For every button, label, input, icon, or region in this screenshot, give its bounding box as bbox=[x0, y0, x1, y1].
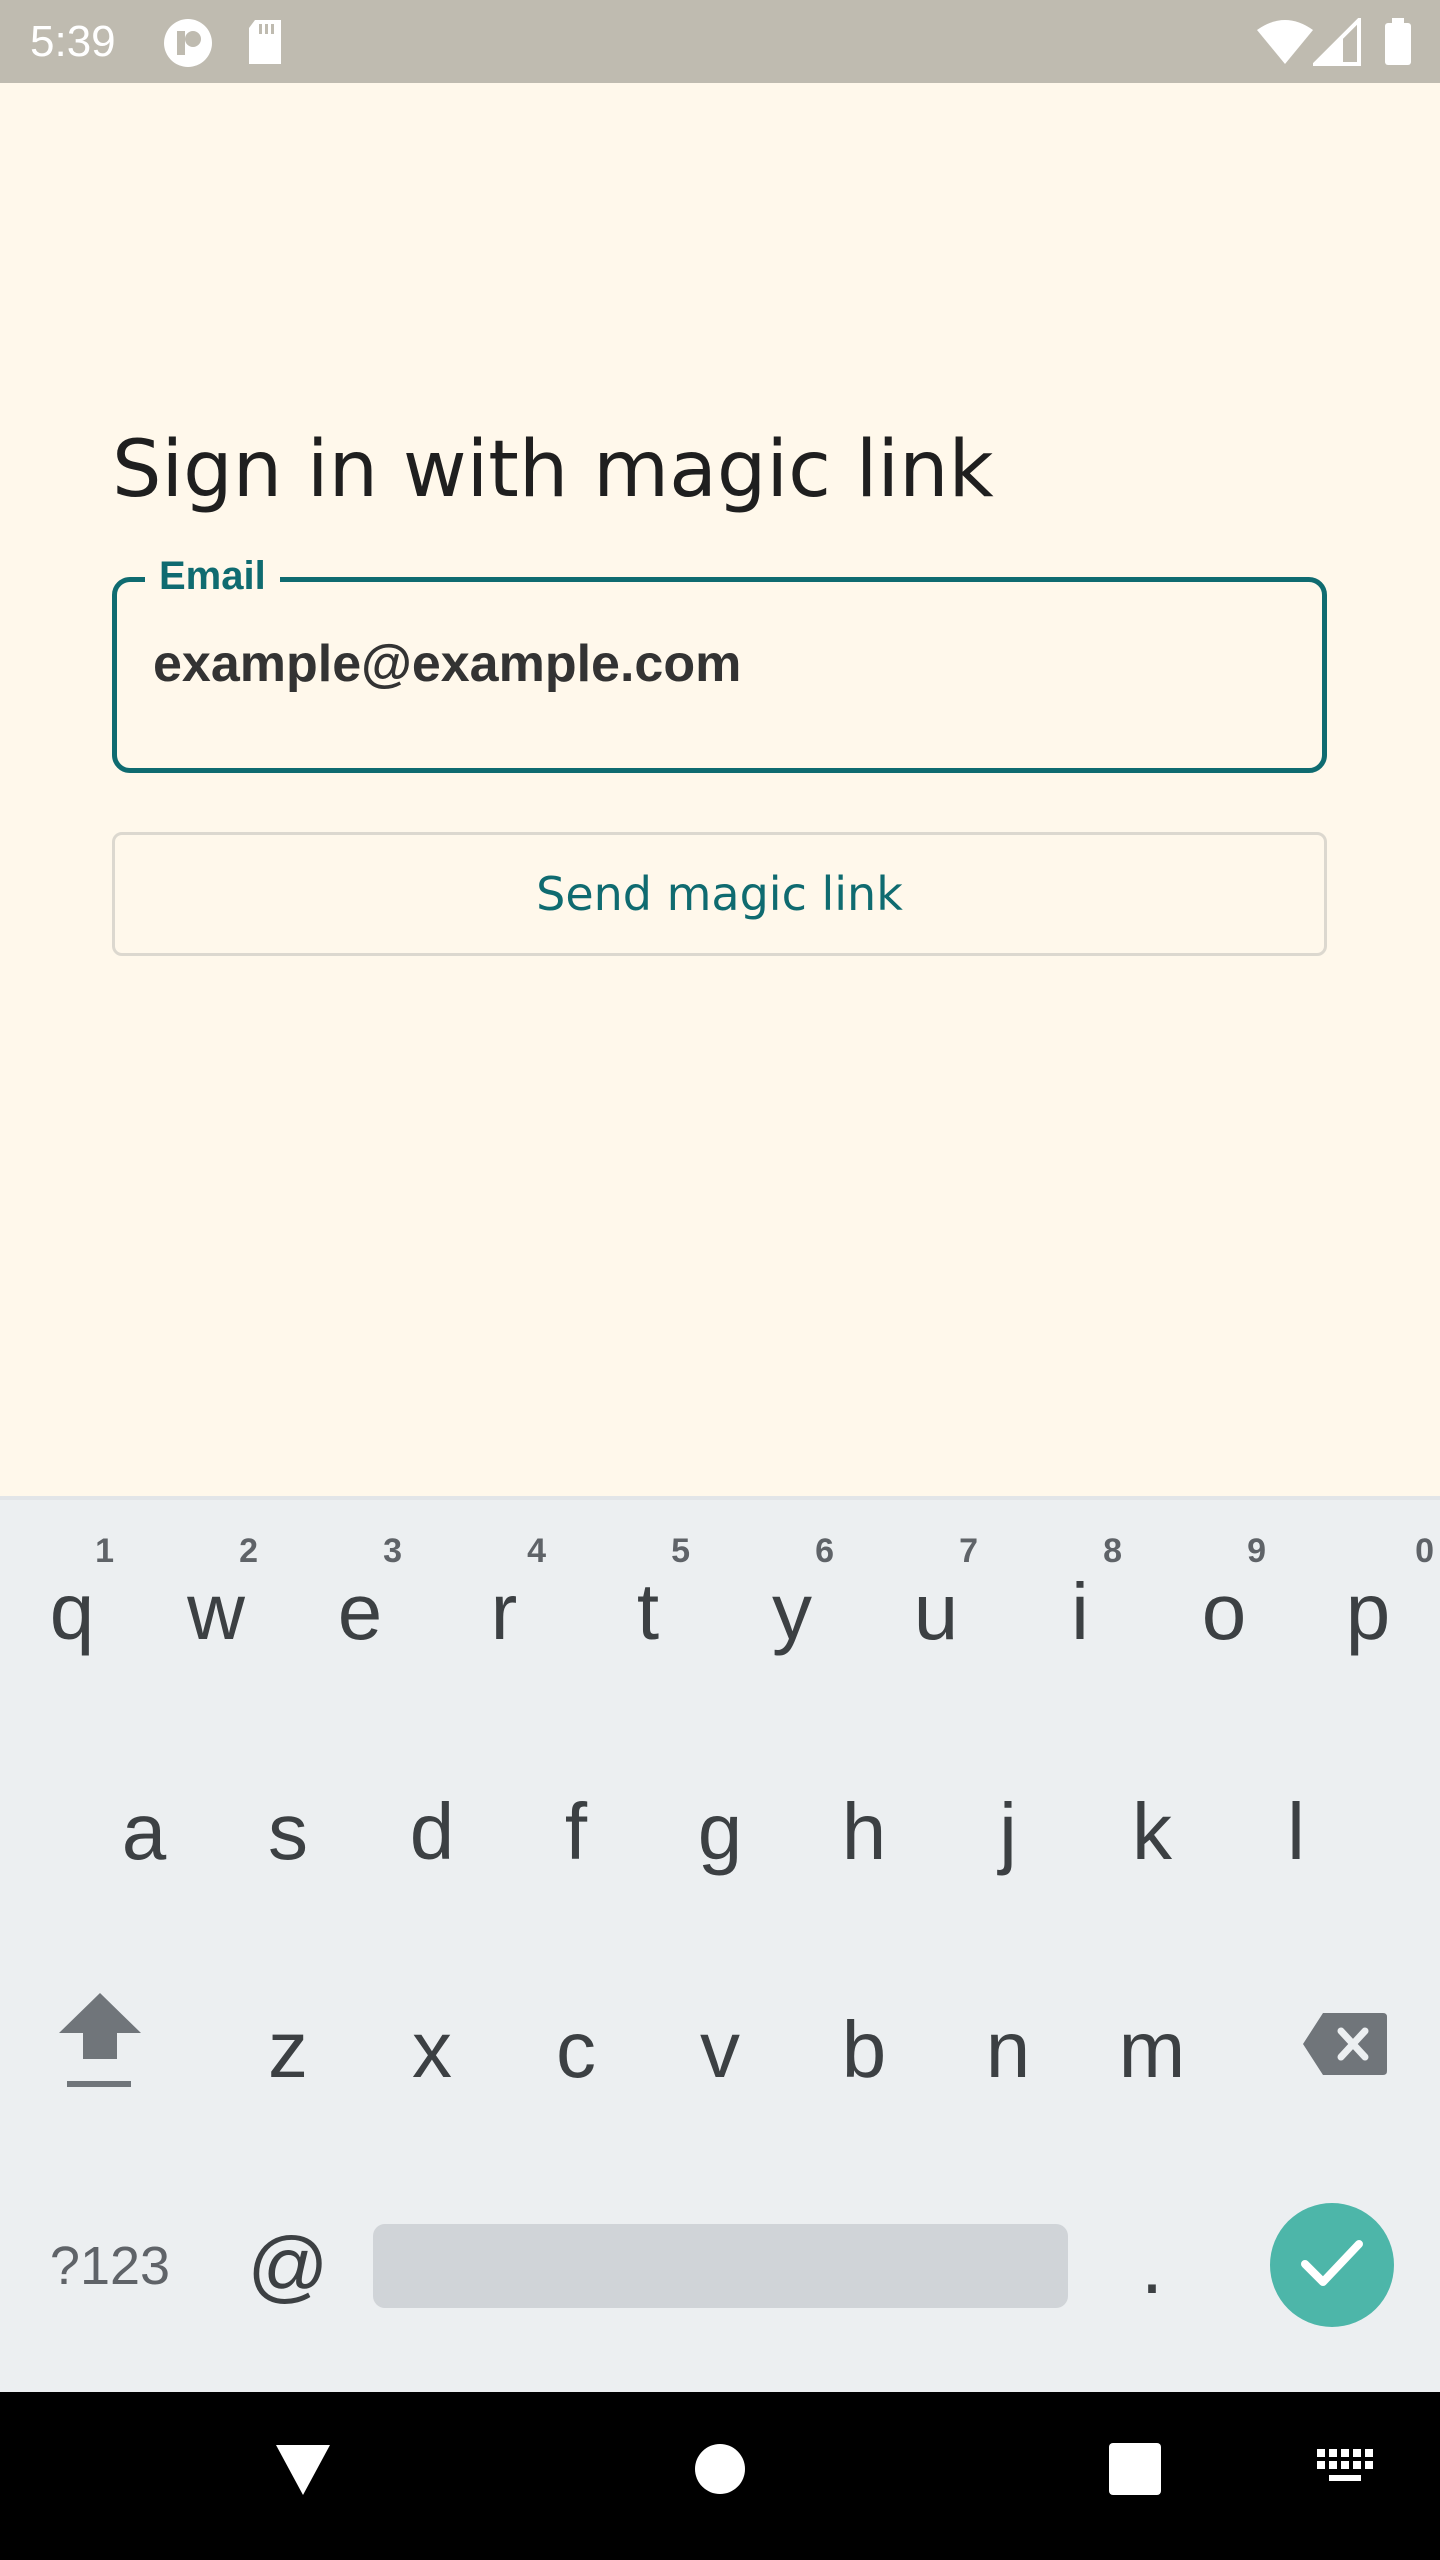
symbols-key[interactable]: ?123 bbox=[20, 2186, 200, 2346]
key-z[interactable]: z bbox=[216, 1970, 360, 2130]
home-button[interactable] bbox=[665, 2416, 775, 2526]
shift-key[interactable] bbox=[0, 1970, 200, 2130]
wifi-icon bbox=[1255, 18, 1315, 71]
key-label: i bbox=[1071, 1567, 1089, 1656]
key-i[interactable]: i8 bbox=[1008, 1532, 1152, 1692]
key-a[interactable]: a bbox=[72, 1752, 216, 1912]
key-m[interactable]: m bbox=[1080, 1970, 1224, 2130]
key-q[interactable]: q1 bbox=[0, 1532, 144, 1692]
key-label: w bbox=[187, 1567, 245, 1656]
key-t[interactable]: t5 bbox=[576, 1532, 720, 1692]
key-label: q bbox=[49, 1567, 95, 1656]
key-label: r bbox=[490, 1567, 518, 1656]
key-label: t bbox=[636, 1567, 660, 1656]
home-icon bbox=[694, 2443, 746, 2500]
key-x[interactable]: x bbox=[360, 1970, 504, 2130]
key-hint: 3 bbox=[383, 1532, 402, 1570]
status-time: 5:39 bbox=[30, 17, 116, 66]
key-hint: 1 bbox=[95, 1532, 114, 1570]
back-icon bbox=[273, 2441, 333, 2502]
status-bar: 5:39 bbox=[0, 0, 1440, 83]
key-label: o bbox=[1201, 1567, 1247, 1656]
keyboard-switch-icon bbox=[1317, 2448, 1373, 2494]
key-hint: 0 bbox=[1415, 1532, 1434, 1570]
navigation-bar bbox=[0, 2392, 1440, 2560]
notification-app-icon bbox=[163, 18, 213, 73]
backspace-key[interactable] bbox=[1250, 1970, 1440, 2130]
space-bar[interactable] bbox=[373, 2224, 1068, 2308]
battery-icon bbox=[1383, 18, 1413, 71]
key-g[interactable]: g bbox=[648, 1752, 792, 1912]
period-key[interactable]: . bbox=[1080, 2186, 1224, 2346]
key-hint: 8 bbox=[1103, 1532, 1122, 1570]
key-v[interactable]: v bbox=[648, 1970, 792, 2130]
key-hint: 5 bbox=[671, 1532, 690, 1570]
key-j[interactable]: j bbox=[936, 1752, 1080, 1912]
key-c[interactable]: c bbox=[504, 1970, 648, 2130]
key-hint: 2 bbox=[239, 1532, 258, 1570]
key-p[interactable]: p0 bbox=[1296, 1532, 1440, 1692]
key-hint: 7 bbox=[959, 1532, 978, 1570]
email-field[interactable]: Email bbox=[112, 548, 1327, 773]
key-o[interactable]: o9 bbox=[1152, 1532, 1296, 1692]
key-y[interactable]: y6 bbox=[720, 1532, 864, 1692]
email-field-label: Email bbox=[145, 548, 280, 604]
key-hint: 6 bbox=[815, 1532, 834, 1570]
recents-button[interactable] bbox=[1080, 2416, 1190, 2526]
at-key[interactable]: @ bbox=[216, 2186, 360, 2346]
key-h[interactable]: h bbox=[792, 1752, 936, 1912]
cell-signal-icon bbox=[1310, 15, 1361, 71]
key-hint: 4 bbox=[527, 1532, 546, 1570]
recents-icon bbox=[1109, 2442, 1161, 2500]
key-label: y bbox=[772, 1567, 812, 1656]
key-w[interactable]: w2 bbox=[144, 1532, 288, 1692]
page-title: Sign in with magic link bbox=[112, 425, 994, 515]
key-u[interactable]: u7 bbox=[864, 1532, 1008, 1692]
key-b[interactable]: b bbox=[792, 1970, 936, 2130]
key-label: e bbox=[337, 1567, 383, 1656]
key-f[interactable]: f bbox=[504, 1752, 648, 1912]
key-e[interactable]: e3 bbox=[288, 1532, 432, 1692]
key-s[interactable]: s bbox=[216, 1752, 360, 1912]
keyboard-switch-button[interactable] bbox=[1290, 2416, 1400, 2526]
checkmark-icon bbox=[1300, 2237, 1364, 2294]
key-n[interactable]: n bbox=[936, 1970, 1080, 2130]
key-k[interactable]: k bbox=[1080, 1752, 1224, 1912]
key-l[interactable]: l bbox=[1224, 1752, 1368, 1912]
key-label: p bbox=[1345, 1567, 1391, 1656]
sd-card-icon bbox=[245, 18, 285, 71]
email-input[interactable] bbox=[153, 634, 1283, 694]
key-hint: 9 bbox=[1247, 1532, 1266, 1570]
shift-icon bbox=[55, 1981, 145, 2120]
key-label: u bbox=[913, 1567, 959, 1656]
key-r[interactable]: r4 bbox=[432, 1532, 576, 1692]
send-magic-link-button[interactable]: Send magic link bbox=[112, 832, 1327, 956]
key-d[interactable]: d bbox=[360, 1752, 504, 1912]
back-button[interactable] bbox=[248, 2416, 358, 2526]
enter-key[interactable] bbox=[1270, 2203, 1394, 2327]
backspace-icon bbox=[1301, 2004, 1389, 2096]
